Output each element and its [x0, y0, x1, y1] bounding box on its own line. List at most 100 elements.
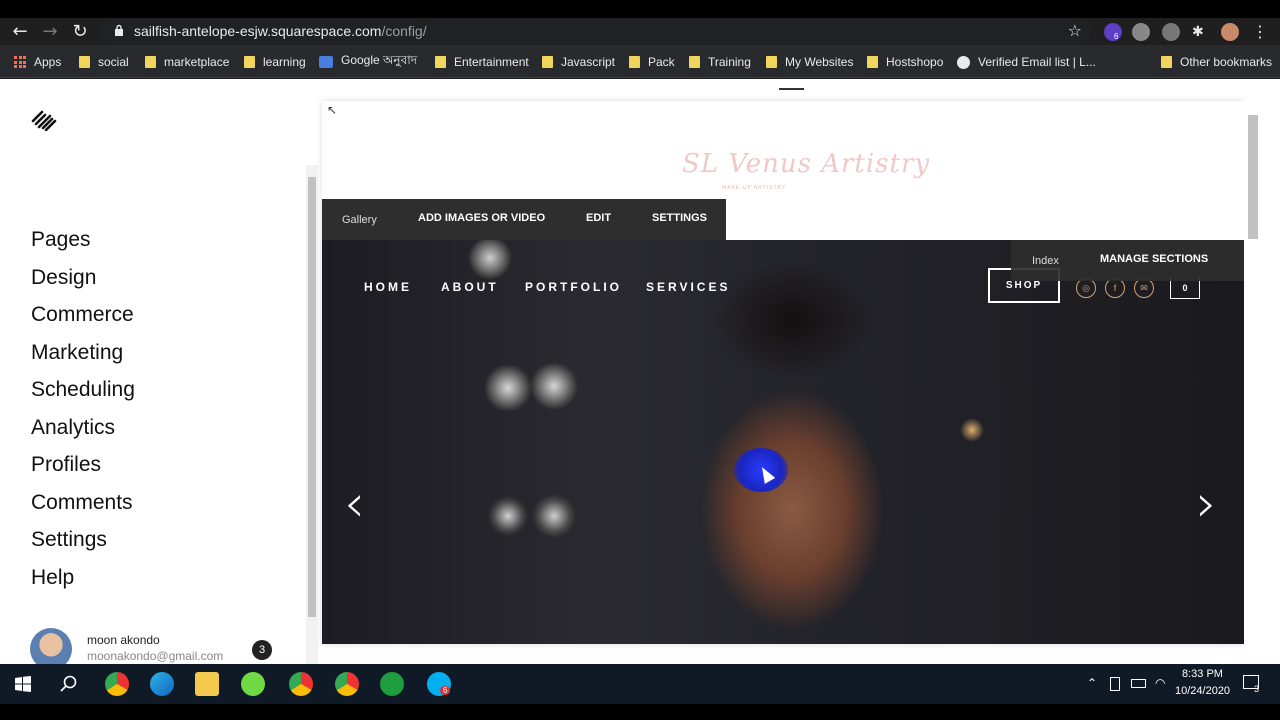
edge-icon[interactable]: [150, 672, 174, 696]
usb-icon[interactable]: [1110, 677, 1120, 691]
upwork-icon[interactable]: [241, 672, 265, 696]
folder-icon: [1161, 56, 1172, 68]
folder-icon: [689, 56, 700, 68]
sidebar-item-profiles[interactable]: Profiles: [31, 450, 135, 488]
facebook-icon[interactable]: f: [1105, 278, 1125, 298]
bookmark-other[interactable]: Other bookmarks: [1161, 54, 1272, 70]
extension-badge: 6: [1114, 32, 1119, 41]
bookmark-folder[interactable]: marketplace: [145, 54, 229, 70]
site-nav-home[interactable]: HOME: [364, 280, 412, 294]
gallery-edit-toolbar: Gallery ADD IMAGES OR VIDEO EDIT SETTING…: [322, 199, 726, 240]
chevron-up-icon[interactable]: ⌃: [1087, 676, 1097, 690]
bookmark-folder[interactable]: Hostshopo: [867, 54, 943, 70]
bookmark-folder[interactable]: My Websites: [766, 54, 853, 70]
camera-extension-icon[interactable]: [1132, 23, 1150, 41]
file-explorer-icon[interactable]: [195, 672, 219, 696]
instagram-icon[interactable]: ◎: [1076, 278, 1096, 298]
window-bottom-strip: [0, 704, 1280, 720]
extension-icon[interactable]: [1104, 23, 1122, 41]
folder-icon: [244, 56, 255, 68]
folder-icon: [867, 56, 878, 68]
chrome-profile-icon[interactable]: [335, 672, 359, 696]
bookmark-star-icon[interactable]: ☆: [1068, 21, 1082, 40]
sidebar-item-marketing[interactable]: Marketing: [31, 338, 135, 376]
bookmark-folder[interactable]: learning: [244, 54, 306, 70]
email-icon[interactable]: ✉: [1134, 278, 1154, 298]
bookmark-folder[interactable]: Training: [689, 54, 751, 70]
edit-button[interactable]: EDIT: [586, 212, 611, 224]
section-label: Gallery: [342, 214, 377, 226]
address-bar[interactable]: sailfish-antelope-esjw.squarespace.com/c…: [98, 18, 1092, 45]
skype-badge: 6: [440, 686, 451, 695]
sidebar-item-settings[interactable]: Settings: [31, 525, 135, 563]
sidebar-item-pages[interactable]: Pages: [31, 225, 135, 263]
preview-scrollbar[interactable]: [1244, 101, 1260, 644]
settings-button[interactable]: SETTINGS: [652, 212, 707, 224]
user-account[interactable]: moon akondo moonakondo@gmail.com 3: [30, 628, 280, 664]
site-logo-tagline: MAKE-UP ARTISTRY: [722, 185, 787, 191]
bookmark-folder[interactable]: Entertainment: [435, 54, 529, 70]
translate-icon: [319, 56, 333, 68]
chevron-right-icon[interactable]: ›: [1196, 478, 1217, 530]
sidebar-item-design[interactable]: Design: [31, 263, 135, 301]
squarespace-config-page: Pages Design Commerce Marketing Scheduli…: [0, 79, 1280, 664]
bookmark-folder[interactable]: Pack: [629, 54, 675, 70]
avatar: [30, 628, 72, 664]
clock-date[interactable]: 10/24/2020: [1175, 685, 1230, 697]
wifi-icon[interactable]: ◠: [1155, 676, 1165, 690]
scrollbar-thumb[interactable]: [308, 177, 316, 617]
index-section-toolbar: Index MANAGE SECTIONS: [1011, 240, 1244, 281]
sidebar: Pages Design Commerce Marketing Scheduli…: [0, 79, 306, 664]
squarespace-logo-icon[interactable]: [30, 109, 58, 131]
utorrent-icon[interactable]: [380, 672, 404, 696]
bookmark-apps[interactable]: Apps: [14, 54, 61, 70]
folder-icon: [766, 56, 777, 68]
index-label: Index: [1032, 255, 1059, 267]
search-icon[interactable]: [60, 675, 77, 692]
user-email: moonakondo@gmail.com: [87, 649, 224, 663]
reload-icon[interactable]: ↻: [70, 22, 90, 42]
back-icon[interactable]: ←: [10, 22, 30, 42]
profile-avatar[interactable]: [1221, 23, 1239, 41]
cloud-extension-icon[interactable]: [1162, 23, 1180, 41]
globe-icon: [957, 55, 970, 69]
bookmark-verified-email[interactable]: Verified Email list | L...: [957, 54, 1096, 70]
chevron-left-icon[interactable]: ‹: [344, 478, 365, 530]
notification-badge[interactable]: 3: [252, 640, 272, 660]
folder-icon: [542, 56, 553, 68]
sidebar-item-analytics[interactable]: Analytics: [31, 413, 135, 451]
sidebar-scrollbar[interactable]: [306, 165, 318, 664]
window-top-strip: [0, 0, 1280, 18]
sidebar-item-commerce[interactable]: Commerce: [31, 300, 135, 338]
gallery-slideshow[interactable]: HOME ABOUT PORTFOLIO SERVICES SHOP ◎ f ✉…: [322, 240, 1244, 644]
clock-time[interactable]: 8:33 PM: [1182, 668, 1223, 680]
windows-start-icon[interactable]: [15, 676, 31, 692]
site-nav-about[interactable]: ABOUT: [441, 280, 499, 294]
sidebar-item-help[interactable]: Help: [31, 563, 135, 601]
chrome-profile-icon[interactable]: [289, 672, 313, 696]
sidebar-item-scheduling[interactable]: Scheduling: [31, 375, 135, 413]
puzzle-icon[interactable]: ✱: [1192, 23, 1210, 41]
manage-sections-button[interactable]: MANAGE SECTIONS: [1100, 253, 1208, 265]
notification-count: 3: [1254, 684, 1260, 694]
apps-icon: [14, 56, 26, 68]
expand-icon[interactable]: ↖: [327, 103, 337, 117]
site-logo[interactable]: SL Venus Artistry: [682, 149, 930, 179]
windows-taskbar: 6 ⌃ ◠ 8:33 PM 10/24/2020 3: [0, 664, 1280, 704]
menu-icon[interactable]: ⋮: [1250, 22, 1270, 42]
folder-icon: [79, 56, 90, 68]
drag-handle[interactable]: [779, 88, 804, 90]
scrollbar-thumb[interactable]: [1248, 115, 1258, 239]
site-nav-portfolio[interactable]: PORTFOLIO: [525, 280, 622, 294]
browser-toolbar: ← → ↻ sailfish-antelope-esjw.squarespace…: [0, 18, 1280, 45]
bookmark-translate[interactable]: Google অনুবাদ: [319, 53, 417, 70]
site-nav-services[interactable]: SERVICES: [646, 280, 730, 294]
bookmark-folder[interactable]: Javascript: [542, 54, 615, 70]
forward-icon[interactable]: →: [40, 22, 60, 42]
sidebar-item-comments[interactable]: Comments: [31, 488, 135, 526]
chrome-icon[interactable]: [105, 672, 129, 696]
lock-icon: [115, 24, 123, 36]
bookmark-folder[interactable]: social: [79, 54, 129, 70]
add-images-button[interactable]: ADD IMAGES OR VIDEO: [418, 212, 545, 224]
battery-icon[interactable]: [1131, 679, 1146, 688]
